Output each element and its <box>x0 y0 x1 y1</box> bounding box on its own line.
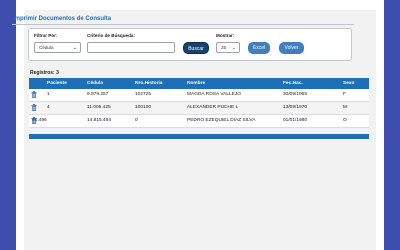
cell-paciente: 44.496 <box>32 118 47 123</box>
column-header-paciente[interactable]: Paciente <box>47 78 67 89</box>
column-header-cedula[interactable]: Cédula <box>87 78 103 89</box>
column-header-nombre[interactable]: Nombre <box>187 78 205 89</box>
filter-by-value: Cédula <box>39 45 54 50</box>
column-header-fecnac[interactable]: Fec.Nac. <box>283 78 303 89</box>
cell-sexo: M <box>343 105 347 110</box>
show-label: Mostrar: <box>216 33 235 38</box>
filter-by-label: Filtrar Por: <box>34 33 58 38</box>
cell-fecnac: 30/09/1965 <box>283 92 308 97</box>
excel-button[interactable]: Excel <box>248 42 270 54</box>
cell-sexo: F <box>343 92 346 97</box>
cell-paciente: 1 <box>47 92 50 97</box>
chevron-down-icon: ⌄ <box>231 45 236 51</box>
page-size-select[interactable]: 25 ⌄ <box>216 42 240 53</box>
column-header-historia[interactable]: Nro.Historia <box>135 78 162 89</box>
trash-icon[interactable] <box>31 91 37 98</box>
trash-icon[interactable] <box>31 104 37 111</box>
cell-cedula: 9.979.257 <box>87 92 109 97</box>
filter-by-select[interactable]: Cédula ⌄ <box>34 42 81 53</box>
cell-fecnac: 01/01/1980 <box>283 118 308 123</box>
cell-paciente: 4 <box>47 105 50 110</box>
cell-historia: 0 <box>135 118 138 123</box>
chevron-down-icon: ⌄ <box>72 45 77 51</box>
search-criteria-label: Criterio de Búsqueda: <box>87 33 135 38</box>
page-size-value: 25 <box>221 45 227 50</box>
column-header-sexo[interactable]: Sexo <box>343 78 354 89</box>
record-count: Registros: 3 <box>30 70 59 76</box>
title-divider <box>12 24 354 25</box>
table-row: 1 9.979.257 102725 MAGDA ROSA VALLEJO 30… <box>29 89 369 102</box>
cell-historia: 100100 <box>135 105 152 110</box>
cell-historia: 102725 <box>135 92 152 97</box>
back-button[interactable]: Volver <box>279 42 304 54</box>
cell-cedula: 11.005.425 <box>87 105 111 110</box>
search-button[interactable]: Buscar <box>183 42 209 54</box>
cell-nombre: MAGDA ROSA VALLEJO <box>187 92 242 97</box>
cell-sexo: O <box>343 118 347 123</box>
filter-box: Filtrar Por: Cédula ⌄ Criterio de Búsque… <box>28 28 352 61</box>
page-title: Imprimir Documentos de Consulta <box>13 16 112 22</box>
cell-nombre: ALEXANDER PUCHE L <box>187 105 239 110</box>
table-row: 44.496 14.815.464 0 PEDRO EZEQUIEL DIAZ … <box>29 115 369 128</box>
table-footer <box>29 134 369 139</box>
cell-cedula: 14.815.464 <box>87 118 112 123</box>
cell-nombre: PEDRO EZEQUIEL DIAZ SILVA <box>187 118 256 123</box>
table-row: 4 11.005.425 100100 ALEXANDER PUCHE L 13… <box>29 102 369 115</box>
search-input[interactable] <box>87 42 175 53</box>
cell-fecnac: 13/09/1970 <box>283 105 308 110</box>
table-header: Paciente Cédula Nro.Historia Nombre Fec.… <box>29 78 369 89</box>
